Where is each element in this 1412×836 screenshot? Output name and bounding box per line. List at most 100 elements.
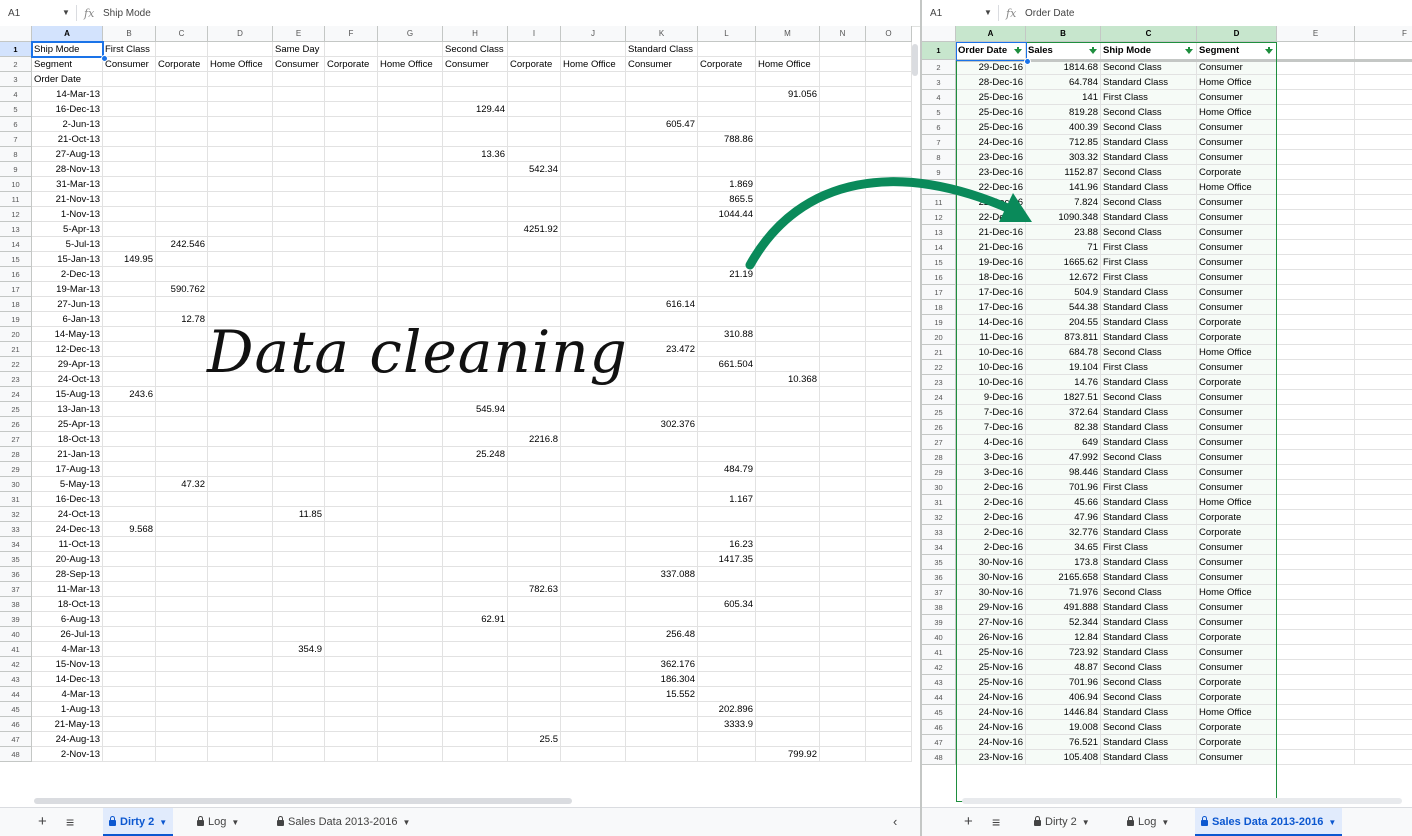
cell[interactable]: [378, 117, 443, 132]
row-header[interactable]: 35: [0, 552, 32, 567]
horizontal-scrollbar[interactable]: [962, 798, 1402, 804]
cell[interactable]: 701.96: [1026, 480, 1101, 495]
cell[interactable]: [1277, 585, 1355, 600]
cell[interactable]: 29-Apr-13: [32, 357, 103, 372]
cell[interactable]: [103, 717, 156, 732]
cell[interactable]: 173.8: [1026, 555, 1101, 570]
cell[interactable]: [103, 732, 156, 747]
cell[interactable]: [756, 297, 820, 312]
cell[interactable]: 873.811: [1026, 330, 1101, 345]
cell[interactable]: [1277, 660, 1355, 675]
cell[interactable]: Corporate: [156, 57, 208, 72]
cell[interactable]: [443, 162, 508, 177]
cell[interactable]: 29-Nov-16: [956, 600, 1026, 615]
row-header[interactable]: 24: [0, 387, 32, 402]
cell[interactable]: 31-Mar-13: [32, 177, 103, 192]
cell[interactable]: [1355, 180, 1412, 195]
cell[interactable]: 47.32: [156, 477, 208, 492]
cell[interactable]: 25-Nov-16: [956, 645, 1026, 660]
row-header[interactable]: 44: [922, 690, 956, 705]
cell[interactable]: [1355, 375, 1412, 390]
cell[interactable]: [626, 327, 698, 342]
cell[interactable]: 16.23: [698, 537, 756, 552]
cell[interactable]: [1355, 270, 1412, 285]
cell[interactable]: [378, 252, 443, 267]
cell[interactable]: [156, 687, 208, 702]
cell[interactable]: [866, 117, 912, 132]
cell[interactable]: [378, 222, 443, 237]
cell[interactable]: [698, 147, 756, 162]
cell[interactable]: 491.888: [1026, 600, 1101, 615]
cell[interactable]: [820, 207, 866, 222]
cell[interactable]: [698, 237, 756, 252]
cell[interactable]: First Class: [1101, 240, 1197, 255]
cell[interactable]: [1277, 165, 1355, 180]
cell[interactable]: [820, 147, 866, 162]
cell[interactable]: [1355, 300, 1412, 315]
cell[interactable]: Consumer: [1197, 750, 1277, 765]
cell[interactable]: [561, 687, 626, 702]
cell[interactable]: [561, 237, 626, 252]
header-cell[interactable]: Ship Mode: [1101, 42, 1197, 60]
cell[interactable]: 303.32: [1026, 150, 1101, 165]
cell[interactable]: 10-Dec-16: [956, 375, 1026, 390]
cell[interactable]: [820, 447, 866, 462]
row-header[interactable]: 8: [0, 147, 32, 162]
cell[interactable]: [273, 582, 325, 597]
cell[interactable]: [1355, 345, 1412, 360]
row-header[interactable]: 22: [922, 360, 956, 375]
cell[interactable]: [820, 297, 866, 312]
horizontal-scrollbar[interactable]: [34, 798, 572, 804]
cell[interactable]: [273, 657, 325, 672]
cell[interactable]: 28-Nov-13: [32, 162, 103, 177]
row-header[interactable]: 21: [922, 345, 956, 360]
chevron-down-icon[interactable]: ▼: [1082, 818, 1090, 827]
cell[interactable]: [156, 357, 208, 372]
cell[interactable]: 661.504: [698, 357, 756, 372]
cell[interactable]: [1277, 60, 1355, 75]
cell[interactable]: Standard Class: [1101, 465, 1197, 480]
cell[interactable]: [325, 282, 378, 297]
cell[interactable]: Standard Class: [1101, 330, 1197, 345]
cell[interactable]: 5-Apr-13: [32, 222, 103, 237]
cell[interactable]: [378, 147, 443, 162]
cell[interactable]: [508, 612, 561, 627]
cell[interactable]: 15-Aug-13: [32, 387, 103, 402]
row-header[interactable]: 27: [922, 435, 956, 450]
chevron-down-icon[interactable]: ▼: [1328, 818, 1336, 827]
cell[interactable]: 7-Dec-16: [956, 405, 1026, 420]
column-header-i[interactable]: I: [508, 26, 561, 42]
cell[interactable]: 15.552: [626, 687, 698, 702]
corner-cell[interactable]: [922, 26, 956, 42]
filter-icon[interactable]: [1265, 47, 1273, 54]
cell[interactable]: [698, 642, 756, 657]
column-header-k[interactable]: K: [626, 26, 698, 42]
cell[interactable]: [626, 237, 698, 252]
cell[interactable]: [756, 252, 820, 267]
cell[interactable]: [208, 432, 273, 447]
cell[interactable]: Second Class: [1101, 660, 1197, 675]
cell[interactable]: [103, 432, 156, 447]
cell[interactable]: [626, 717, 698, 732]
cell[interactable]: 23.472: [626, 342, 698, 357]
cell[interactable]: [820, 702, 866, 717]
cell[interactable]: Corporate: [1197, 690, 1277, 705]
column-header-a[interactable]: A: [956, 26, 1026, 42]
cell[interactable]: Consumer: [1197, 435, 1277, 450]
cell[interactable]: 10.368: [756, 372, 820, 387]
cell[interactable]: Corporate: [1197, 315, 1277, 330]
cell[interactable]: Same Day: [273, 42, 325, 57]
cell[interactable]: [820, 612, 866, 627]
cell[interactable]: [561, 477, 626, 492]
cell[interactable]: [756, 237, 820, 252]
cell[interactable]: [1355, 165, 1412, 180]
cell[interactable]: [820, 582, 866, 597]
cell[interactable]: 865.5: [698, 192, 756, 207]
cell[interactable]: 2216.8: [508, 432, 561, 447]
cell[interactable]: [820, 192, 866, 207]
cell[interactable]: [273, 492, 325, 507]
column-header-n[interactable]: N: [820, 26, 866, 42]
cell[interactable]: 76.521: [1026, 735, 1101, 750]
cell[interactable]: [866, 357, 912, 372]
cell[interactable]: [866, 387, 912, 402]
